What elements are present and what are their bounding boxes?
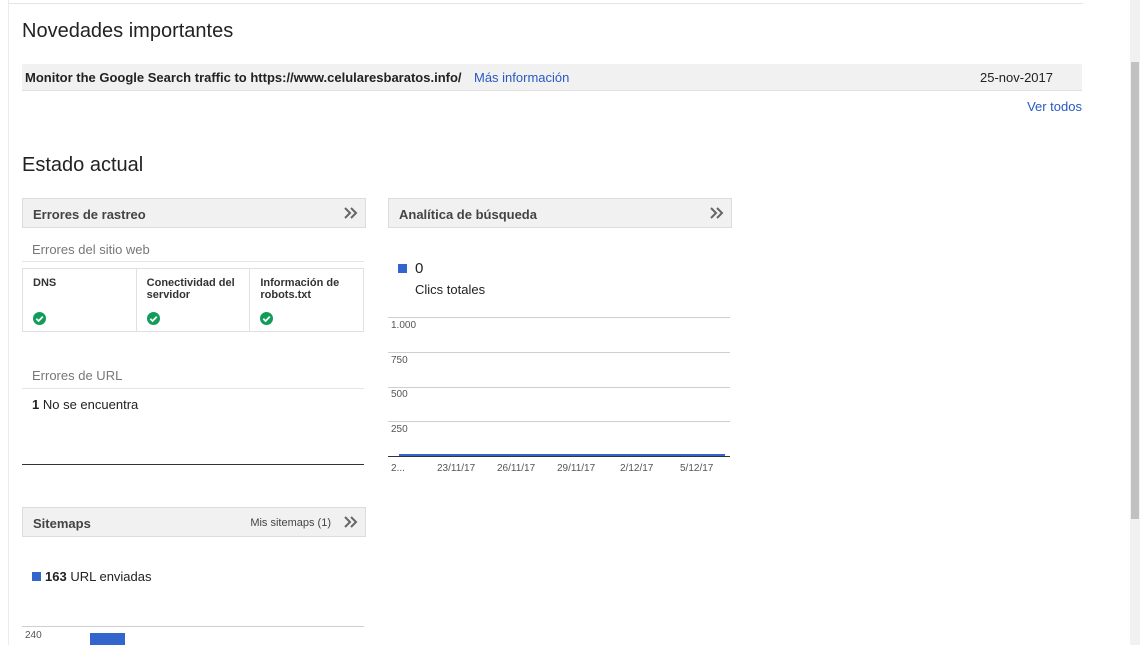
news-date: 25-nov-2017 bbox=[980, 70, 1053, 85]
gridline bbox=[388, 317, 730, 318]
divider bbox=[22, 261, 364, 262]
sitemaps-title: Sitemaps bbox=[33, 516, 91, 531]
status-heading: Estado actual bbox=[22, 154, 144, 176]
site-error-label: Conectividad del servidor bbox=[146, 277, 235, 301]
clicks-series-line bbox=[399, 454, 725, 456]
scrollbar-thumb[interactable] bbox=[1131, 62, 1139, 519]
y-tick-label: 1.000 bbox=[391, 320, 417, 331]
x-tick-label: 2... bbox=[391, 463, 405, 474]
check-circle-icon bbox=[33, 312, 46, 328]
x-tick-label: 26/11/17 bbox=[497, 463, 536, 474]
crawl-errors-header[interactable]: Errores de rastreo bbox=[22, 198, 366, 228]
double-chevron-right-icon[interactable] bbox=[343, 206, 359, 223]
submitted-count: 163 bbox=[45, 569, 67, 584]
y-tick-label: 240 bbox=[25, 630, 42, 641]
gridline bbox=[388, 387, 730, 388]
see-all-link[interactable]: Ver todos bbox=[1027, 99, 1082, 114]
url-error-text: No se encuentra bbox=[42, 397, 139, 412]
crawl-errors-title: Errores de rastreo bbox=[33, 207, 146, 222]
total-clicks-value: 0 bbox=[415, 260, 424, 277]
site-error-label: Información de robots.txt bbox=[260, 277, 340, 301]
y-tick-label: 250 bbox=[391, 424, 408, 435]
gridline bbox=[388, 421, 730, 422]
total-clicks-label: Clics totales bbox=[415, 282, 486, 297]
check-circle-icon bbox=[260, 312, 274, 328]
url-error-count: 1 bbox=[32, 397, 40, 412]
check-circle-icon bbox=[146, 312, 160, 328]
news-message: Monitor the Google Search traffic to htt… bbox=[25, 70, 462, 85]
double-chevron-right-icon[interactable] bbox=[343, 515, 359, 532]
more-info-link[interactable]: Más información bbox=[474, 70, 569, 85]
my-sitemaps-link[interactable]: Mis sitemaps (1) bbox=[250, 517, 331, 529]
x-axis-line bbox=[388, 456, 730, 457]
x-tick-label: 29/11/17 bbox=[557, 463, 596, 474]
divider bbox=[22, 464, 364, 465]
search-analytics-title: Analítica de búsqueda bbox=[399, 207, 537, 222]
site-error-label: DNS bbox=[33, 277, 57, 289]
clicks-legend-swatch bbox=[398, 264, 407, 273]
submitted-bar bbox=[90, 633, 125, 645]
site-errors-table: DNS Conectividad del servidor Informació… bbox=[22, 268, 364, 332]
submitted-urls: 163 URL enviadas bbox=[45, 569, 152, 584]
submitted-label: URL enviadas bbox=[70, 569, 152, 584]
y-tick-label: 500 bbox=[391, 389, 408, 400]
url-errors-label: Errores de URL bbox=[32, 368, 123, 383]
search-analytics-header[interactable]: Analítica de búsqueda bbox=[388, 198, 732, 228]
site-error-connectivity[interactable]: Conectividad del servidor bbox=[137, 269, 251, 331]
x-tick-label: 5/12/17 bbox=[680, 463, 714, 474]
x-tick-label: 2/12/17 bbox=[620, 463, 654, 474]
top-divider bbox=[9, 3, 1083, 4]
url-error-row[interactable]: 1 No se encuentra bbox=[32, 397, 138, 412]
site-error-robots[interactable]: Información de robots.txt bbox=[250, 269, 363, 331]
news-row: Monitor the Google Search traffic to htt… bbox=[22, 64, 1082, 91]
news-heading: Novedades importantes bbox=[22, 20, 234, 42]
y-tick-label: 750 bbox=[391, 355, 408, 366]
double-chevron-right-icon[interactable] bbox=[709, 206, 725, 223]
divider bbox=[22, 388, 364, 389]
gridline bbox=[388, 352, 730, 353]
site-errors-label: Errores del sitio web bbox=[32, 242, 150, 257]
sitemaps-header[interactable]: Sitemaps Mis sitemaps (1) bbox=[22, 507, 366, 537]
x-tick-label: 23/11/17 bbox=[437, 463, 476, 474]
site-error-dns[interactable]: DNS bbox=[23, 269, 137, 331]
main-content: Novedades importantes Monitor the Google… bbox=[8, 0, 1130, 645]
sitemaps-legend-swatch bbox=[32, 572, 41, 581]
gridline bbox=[22, 626, 364, 627]
